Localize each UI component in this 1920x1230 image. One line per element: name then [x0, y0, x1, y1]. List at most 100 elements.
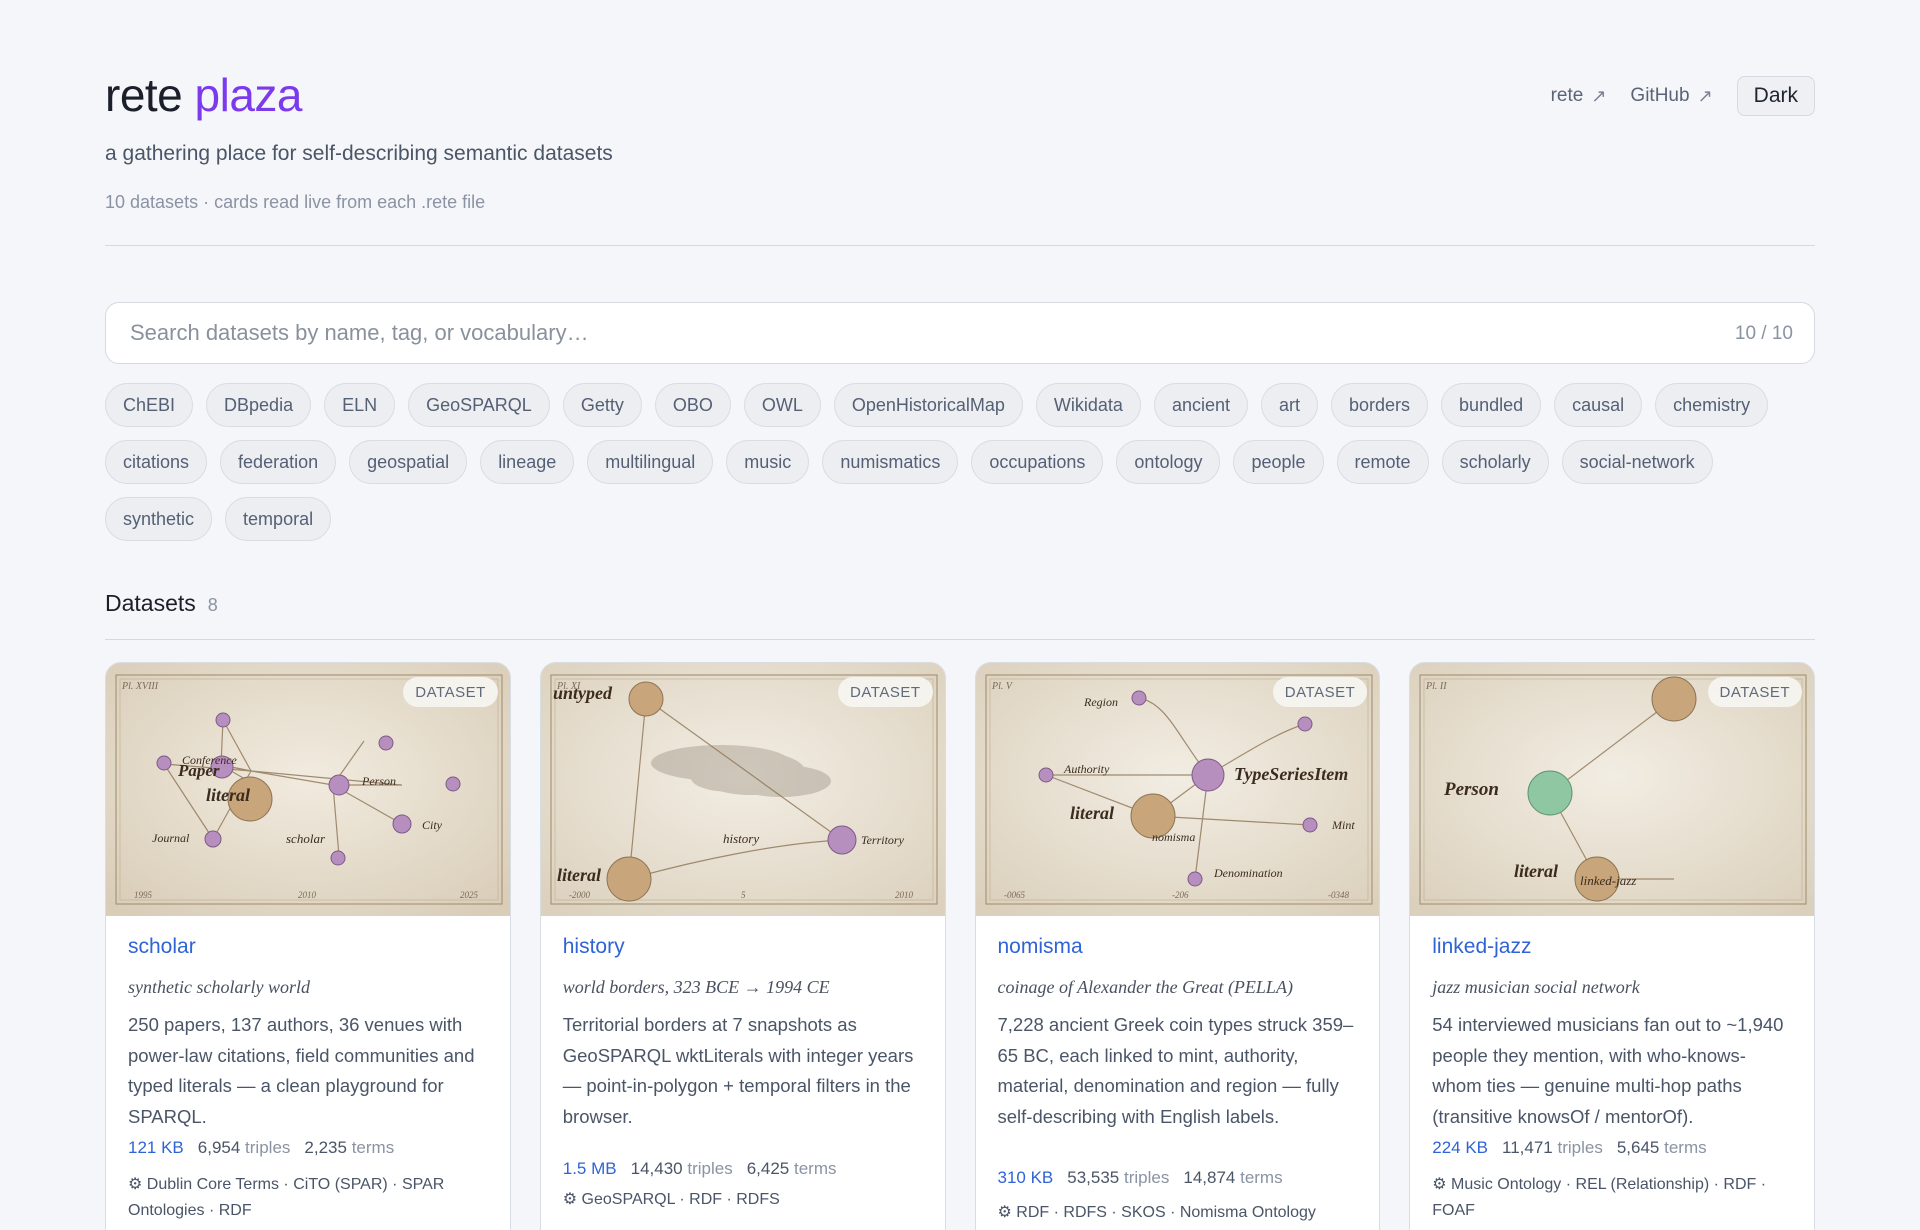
plate-label: literal: [206, 785, 250, 805]
plate-label: nomisma: [1152, 830, 1195, 844]
terms-label: terms: [793, 1159, 837, 1178]
tag-chip[interactable]: synthetic: [105, 497, 213, 541]
tag-chip[interactable]: Wikidata: [1035, 383, 1141, 427]
tag-chip[interactable]: people: [1233, 440, 1324, 484]
dataset-size: 310 KB: [997, 1168, 1054, 1187]
tag-chip[interactable]: GeoSPARQL: [408, 383, 550, 427]
plate-label: Denomination: [1213, 866, 1283, 880]
tag-chip[interactable]: geospatial: [349, 440, 468, 484]
dataset-name-link[interactable]: history: [563, 935, 923, 963]
dataset-card[interactable]: Pl. XI untyped history Territory literal…: [539, 662, 946, 1230]
triples-label: triples: [1557, 1138, 1603, 1157]
plate-number: Pl. II: [1425, 681, 1447, 692]
dataset-stats: 121 KB 6,954 triples 2,235 terms: [128, 1138, 488, 1158]
plate-label: literal: [1070, 803, 1114, 823]
tag-chip[interactable]: occupations: [971, 440, 1104, 484]
tag-chip[interactable]: OpenHistoricalMap: [833, 383, 1023, 427]
terms-count: 5,645: [1616, 1138, 1660, 1157]
triples-count: 14,430: [630, 1159, 683, 1178]
tag-chip[interactable]: ancient: [1153, 383, 1248, 427]
dataset-badge: DATASET: [838, 677, 933, 707]
plate-label: history: [723, 831, 759, 846]
nav-link-github[interactable]: GitHub ↗: [1630, 85, 1712, 107]
plate-label: TypeSeriesItem: [1234, 764, 1348, 784]
plate-label: Person: [361, 774, 396, 788]
dataset-badge: DATASET: [1707, 677, 1802, 707]
plate-axis-tick: -2000: [569, 890, 590, 900]
tag-chip[interactable]: lineage: [480, 440, 575, 484]
tag-chip[interactable]: chemistry: [1655, 383, 1769, 427]
brand-accent: plaza: [194, 69, 303, 121]
plate-label: scholar: [286, 831, 326, 846]
tag-chip[interactable]: OBO: [654, 383, 731, 427]
dataset-card[interactable]: Pl. II Person literal linked-jazz DATASE…: [1409, 662, 1815, 1230]
dataset-name-link[interactable]: linked-jazz: [1432, 935, 1792, 963]
tag-chip[interactable]: citations: [105, 440, 208, 484]
tag-chip[interactable]: ELN: [324, 383, 396, 427]
dataset-subtitle: coinage of Alexander the Great (PELLA): [997, 977, 1293, 997]
tag-chip[interactable]: ChEBI: [105, 383, 194, 427]
nav-link-rete[interactable]: rete ↗: [1551, 85, 1607, 107]
plate-label: Territory: [861, 833, 905, 847]
dataset-description: 250 papers, 137 authors, 36 venues with …: [128, 1014, 475, 1127]
tag-filter-list: ChEBI DBpedia ELN GeoSPARQL Getty OBO OWL OpenH…: [105, 383, 1815, 554]
tag-chip[interactable]: remote: [1336, 440, 1429, 484]
dataset-description: 7,228 ancient Greek coin types struck 35…: [997, 1014, 1354, 1127]
dataset-name-link[interactable]: nomisma: [998, 935, 1358, 963]
tag-chip[interactable]: multilingual: [587, 440, 714, 484]
plate-axis-tick: 5: [741, 890, 746, 900]
triples-count: 53,535: [1067, 1168, 1120, 1187]
plate-label: Authority: [1063, 762, 1110, 776]
plate-axis-tick: -0065: [1004, 890, 1025, 900]
dataset-card[interactable]: Pl. XVIII Conference Paper literal Perso…: [105, 662, 511, 1230]
plate-label: literal: [557, 865, 601, 885]
terms-count: 2,235: [304, 1138, 347, 1157]
dataset-description: Territorial borders at 7 snapshots as Ge…: [562, 1014, 914, 1127]
tag-chip[interactable]: Getty: [562, 383, 642, 427]
search-input[interactable]: [130, 303, 1630, 363]
dataset-plate-image: Pl. II Person literal linked-jazz DATASE…: [1410, 663, 1815, 916]
dataset-name-link[interactable]: scholar: [128, 935, 488, 963]
triples-label: triples: [1124, 1168, 1170, 1187]
tag-chip[interactable]: causal: [1554, 383, 1643, 427]
dataset-description: 54 interviewed musicians fan out to ~1,9…: [1432, 1014, 1784, 1127]
terms-count: 6,425: [746, 1159, 790, 1178]
plate-label: Journal: [152, 831, 190, 845]
plate-label: Paper: [177, 761, 220, 780]
page-header: rete plaza a gathering place for self-de…: [105, 0, 1815, 246]
triples-label: triples: [245, 1138, 291, 1157]
tag-chip[interactable]: bundled: [1441, 383, 1542, 427]
plate-number: Pl. V: [991, 681, 1014, 692]
plate-label: linked-jazz: [1580, 873, 1636, 888]
dataset-size: 121 KB: [128, 1138, 184, 1157]
tag-chip[interactable]: temporal: [225, 497, 332, 541]
tag-chip[interactable]: numismatics: [822, 440, 959, 484]
terms-label: terms: [351, 1138, 395, 1157]
tag-chip[interactable]: borders: [1331, 383, 1429, 427]
brand-main: rete: [105, 69, 183, 121]
dataset-card[interactable]: Pl. V Region Authority TypeSeriesItem li…: [974, 662, 1381, 1230]
tag-chip[interactable]: ontology: [1116, 440, 1221, 484]
dataset-plate-image: Pl. V Region Authority TypeSeriesItem li…: [975, 663, 1380, 916]
dataset-grid: Pl. XVIII Conference Paper literal Perso…: [105, 662, 1815, 1230]
section-title: Datasets: [105, 590, 196, 616]
tag-chip[interactable]: music: [726, 440, 810, 484]
theme-toggle-button[interactable]: Dark: [1736, 76, 1815, 116]
plate-label: untyped: [553, 683, 613, 703]
dataset-stats: 1.5 MB 14,430 triples 6,425 terms: [563, 1159, 923, 1179]
dataset-subtitle: world borders, 323 BCE → 1994 CE: [562, 977, 830, 997]
dataset-size: 1.5 MB: [562, 1159, 617, 1178]
tag-chip[interactable]: art: [1261, 383, 1319, 427]
tag-chip[interactable]: federation: [220, 440, 337, 484]
triples-label: triples: [687, 1159, 733, 1178]
tag-chip[interactable]: OWL: [743, 383, 821, 427]
tag-chip[interactable]: social-network: [1561, 440, 1713, 484]
tag-chip[interactable]: scholarly: [1441, 440, 1549, 484]
tag-chip[interactable]: DBpedia: [206, 383, 312, 427]
nav-link-label: rete: [1550, 85, 1584, 106]
dataset-stats: 310 KB 53,535 triples 14,874 terms: [998, 1168, 1358, 1188]
brand-logo[interactable]: rete plaza: [105, 68, 303, 122]
plate-label: City: [422, 818, 443, 832]
dataset-plate-image: Pl. XI untyped history Territory literal…: [540, 663, 945, 916]
dataset-meta: 10 datasets · cards read live from each …: [105, 192, 486, 212]
